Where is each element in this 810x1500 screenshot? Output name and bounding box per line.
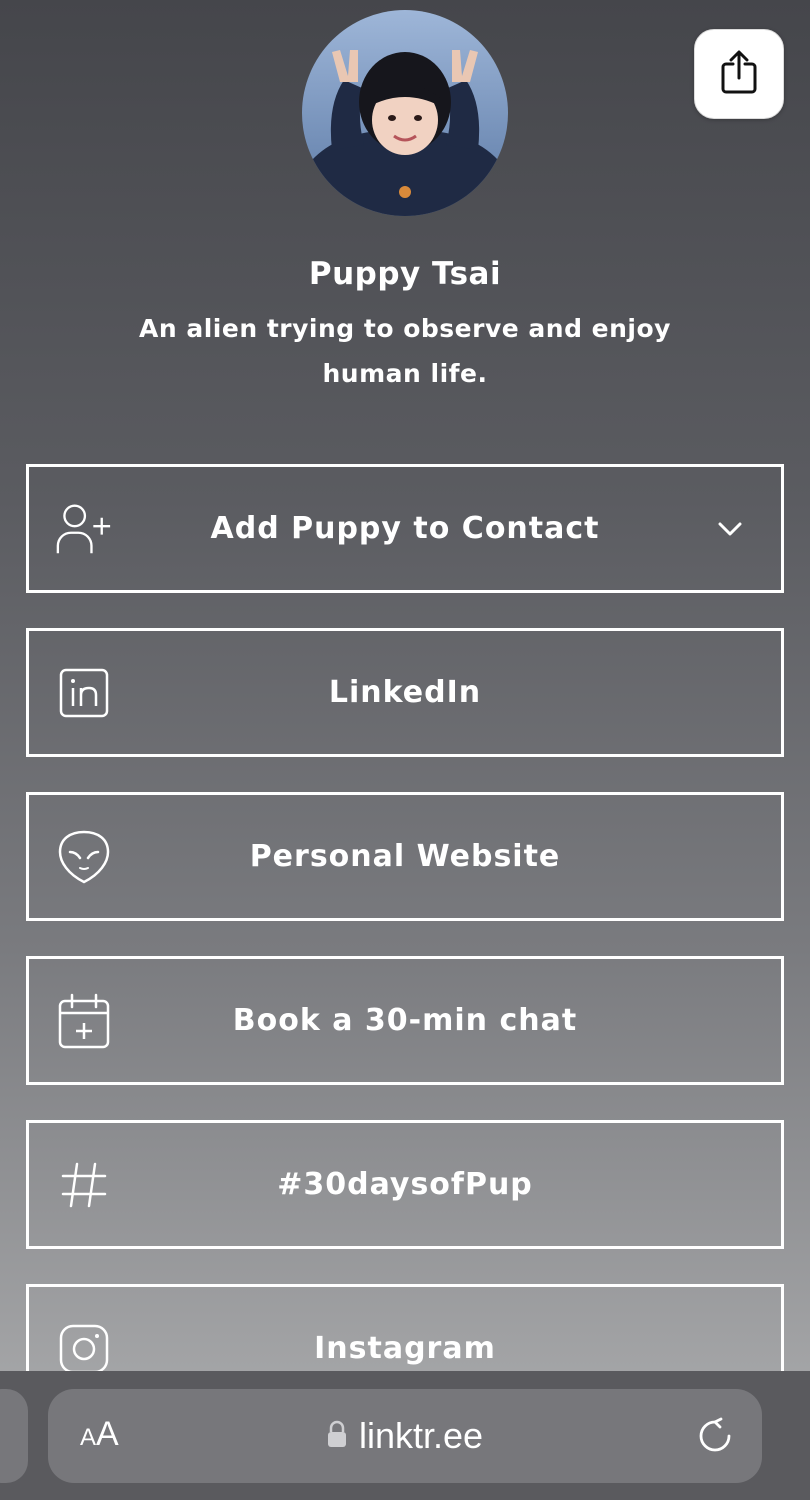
browser-toolbar: AA linktr.ee bbox=[0, 1371, 810, 1500]
previous-tab[interactable] bbox=[0, 1389, 28, 1483]
personal-website-button[interactable]: Personal Website bbox=[26, 792, 784, 921]
chevron-down-icon[interactable] bbox=[715, 514, 745, 544]
book-chat-label: Book a 30-min chat bbox=[232, 1003, 578, 1038]
alien-face-icon bbox=[56, 829, 112, 885]
calendar-add-icon bbox=[56, 993, 112, 1049]
book-chat-button[interactable]: Book a 30-min chat bbox=[26, 956, 784, 1085]
url-text: linktr.ee bbox=[358, 1415, 484, 1456]
add-contact-label: Add Puppy to Contact bbox=[210, 511, 600, 546]
linkedin-icon bbox=[56, 665, 112, 721]
add-contact-icon bbox=[56, 501, 112, 557]
address-bar[interactable]: AA linktr.ee bbox=[48, 1389, 762, 1483]
avatar bbox=[302, 10, 508, 216]
hashtag-label: #30daysofPup bbox=[277, 1167, 533, 1202]
instagram-icon bbox=[56, 1321, 112, 1377]
instagram-label: Instagram bbox=[314, 1331, 496, 1366]
linkedin-button[interactable]: LinkedIn bbox=[26, 628, 784, 757]
hashtag-button[interactable]: #30daysofPup bbox=[26, 1120, 784, 1249]
profile-name: Puppy Tsai bbox=[308, 256, 502, 292]
linkedin-label: LinkedIn bbox=[328, 675, 482, 710]
profile-bio: An alien trying to observe and enjoy hum… bbox=[139, 314, 671, 388]
reload-icon[interactable] bbox=[696, 1417, 734, 1455]
add-contact-button[interactable]: Add Puppy to Contact bbox=[26, 464, 784, 593]
url-display[interactable]: linktr.ee bbox=[48, 1389, 762, 1483]
share-icon bbox=[721, 50, 757, 98]
lock-icon bbox=[327, 1420, 347, 1452]
link-list: Add Puppy to Contact LinkedIn Personal W… bbox=[26, 464, 784, 1448]
share-button[interactable] bbox=[694, 29, 784, 119]
personal-website-label: Personal Website bbox=[249, 839, 561, 874]
hashtag-icon bbox=[56, 1157, 112, 1213]
